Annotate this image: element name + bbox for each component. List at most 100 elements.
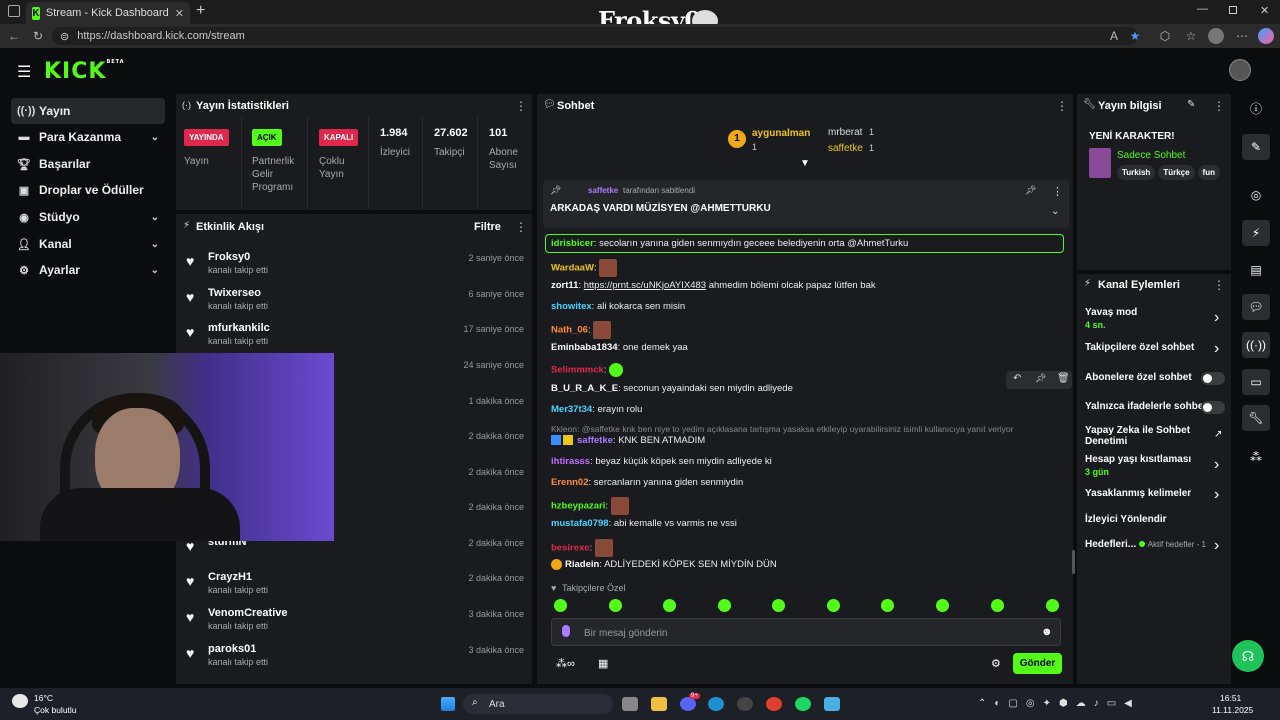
chevron-right-icon[interactable]: › — [1214, 309, 1219, 327]
chat-message[interactable]: saffetke: KNK BEN ATMADIM — [551, 435, 705, 446]
emote-button[interactable] — [554, 599, 567, 612]
apps-icon[interactable]: ⁂ — [1242, 444, 1270, 470]
start-button[interactable] — [441, 697, 455, 711]
store-icon[interactable]: ▦ — [598, 657, 608, 670]
chat-message[interactable]: hzbeypazari: — [551, 497, 629, 515]
chat-username[interactable]: Selimmmck — [551, 365, 604, 376]
chat-username[interactable]: Riadein — [565, 559, 599, 570]
chat-username[interactable]: zort11 — [551, 280, 578, 291]
emote-button[interactable] — [991, 599, 1004, 612]
chevron-down-icon[interactable]: ⌄ — [1051, 206, 1059, 217]
edit-icon[interactable]: ✎ — [1242, 134, 1270, 160]
chat-username[interactable]: besirexe — [551, 543, 590, 554]
pinned-menu-icon[interactable]: ⋮ — [1052, 185, 1063, 198]
activity-row[interactable]: ♥ Twixerseo kanalı takip etti 6 saniye önce — [186, 287, 526, 321]
kick-logo[interactable]: KICKBETA — [44, 59, 125, 84]
activity-row[interactable]: ♥ mfurkankilc kanalı takip etti 17 saniye ö… — [186, 322, 526, 356]
pin-message-icon[interactable]: 📌︎ — [1035, 373, 1046, 384]
stats-menu-icon[interactable]: ⋮ — [515, 99, 527, 113]
user-avatar[interactable] — [1229, 59, 1251, 81]
collapse-icon[interactable]: ▼ — [800, 158, 810, 169]
chat-message[interactable]: Eminbaba1834: one demek yaa — [551, 342, 688, 353]
chat-username[interactable]: WardaaW — [551, 263, 594, 274]
chat-message[interactable]: B_U_R_A_K_E: seconun yayaindaki sen miyd… — [551, 383, 793, 394]
spotify-icon[interactable] — [795, 697, 811, 711]
task-view-icon[interactable] — [622, 697, 638, 711]
notes-icon[interactable]: ▤ — [1242, 257, 1270, 283]
copilot-icon[interactable] — [1258, 28, 1274, 44]
emote-button[interactable] — [827, 599, 840, 612]
info-menu-icon[interactable]: ⋮ — [1213, 99, 1225, 113]
channel-action[interactable]: Yapay Zeka ile Sohbet Denetimi — [1085, 425, 1205, 447]
activity-row[interactable]: ♥ paroks01 kanalı takip etti 3 dakika önce — [186, 643, 526, 677]
activity-menu-icon[interactable]: ⋮ — [515, 220, 527, 234]
channel-action[interactable]: Hedefleri... Aktif hedefler - 1 — [1085, 539, 1225, 550]
chat-message[interactable]: mustafa0798: abi kemalle vs varmis ne vs… — [551, 518, 737, 529]
tag[interactable]: fun — [1197, 165, 1220, 180]
back-icon[interactable]: ← — [6, 28, 22, 44]
chat-username[interactable]: Eminbaba1834 — [551, 342, 618, 353]
tag[interactable]: Türkçe — [1158, 165, 1195, 180]
channel-action[interactable]: İzleyici Yönlendir — [1085, 514, 1225, 525]
edge-icon[interactable] — [708, 697, 724, 711]
sidebar-item-ayarlar[interactable]: ⚙︎ Ayarlar ⌄ — [11, 257, 165, 283]
chat-message[interactable]: Nath_06: — [551, 321, 612, 339]
info-icon[interactable]: ⓘ — [1242, 96, 1270, 122]
hamburger-menu-icon[interactable]: ☰ — [17, 62, 31, 82]
channel-action[interactable]: Hesap yaşı kısıtlaması 3 gün — [1085, 454, 1225, 477]
delete-icon[interactable]: 🗑︎ — [1057, 373, 1070, 384]
emote-button[interactable] — [1046, 599, 1059, 612]
chat-username[interactable]: ihtirasss — [551, 456, 590, 467]
edit-icon[interactable]: ✎ — [1187, 99, 1195, 110]
chat-message[interactable]: ihtirasss: beyaz küçük köpek sen miydin … — [551, 456, 772, 467]
chat-username[interactable]: hzbeypazari — [551, 501, 605, 512]
emote-button[interactable] — [772, 599, 785, 612]
sidebar-item-kanal[interactable]: 👤︎ Kanal ⌄ — [11, 231, 165, 257]
tray-icons[interactable]: ⌃◐▢◎✦⬢☁♪▭◀ — [978, 698, 1140, 709]
favorite-star-icon[interactable]: ★ — [1127, 28, 1143, 44]
new-tab-button[interactable]: + — [196, 2, 205, 20]
activity-row[interactable]: ♥ CrayzH1 kanalı takip etti 2 dakika önce — [186, 571, 526, 605]
unpin-icon[interactable]: 📌︎ — [1025, 185, 1036, 196]
read-aloud-icon[interactable]: A — [1106, 28, 1122, 44]
chevron-right-icon[interactable]: › — [1214, 340, 1219, 358]
chevron-right-icon[interactable]: › — [1214, 537, 1219, 555]
sidebar-toggle-icon[interactable] — [8, 5, 20, 17]
weather-icon[interactable] — [12, 694, 28, 708]
steam-icon[interactable] — [737, 697, 753, 711]
chat-message[interactable]: Riadein: ADLİYEDEKİ KÖPEK SEN MİYDİN DÜN — [551, 559, 777, 570]
minimize-button[interactable]: — — [1197, 3, 1208, 15]
wrench-icon[interactable]: 🔧︎ — [1242, 405, 1270, 431]
browser-tab[interactable]: K Stream - Kick Dashboard ✕ — [26, 2, 190, 24]
chat-username[interactable]: Mer37t34 — [551, 404, 592, 415]
sidebar-item-studyo[interactable]: ◉ Stüdyo ⌄ — [11, 204, 165, 230]
chat-username[interactable]: showitex — [551, 301, 592, 312]
chat-message[interactable]: besirexe: — [551, 539, 613, 557]
chat-username[interactable]: mustafa0798 — [551, 518, 609, 529]
taskbar-search[interactable] — [463, 694, 613, 714]
channel-action[interactable]: Takipçilere özel sohbet — [1085, 342, 1225, 353]
emote-button[interactable] — [663, 599, 676, 612]
filter-button[interactable]: Filtre — [474, 221, 501, 233]
category-name[interactable]: Sadece Sohbet — [1117, 150, 1185, 161]
chat-message[interactable]: WardaaW: — [551, 259, 618, 277]
emote-button[interactable] — [718, 599, 731, 612]
more-menu-icon[interactable]: ⋯ — [1234, 28, 1250, 44]
chat-message[interactable]: idrisbicer: secoların yanına giden senmı… — [551, 238, 908, 249]
layout-icon[interactable]: ▭ — [1242, 369, 1270, 395]
help-button[interactable]: ☊ — [1232, 640, 1264, 672]
favorites-icon[interactable]: ☆ — [1183, 28, 1199, 44]
file-explorer-icon[interactable] — [651, 697, 667, 711]
chat-message[interactable]: Erenn02: sercanların yanına giden senmiy… — [551, 477, 743, 488]
chevron-right-icon[interactable]: › — [1214, 456, 1219, 474]
sidebar-item-basarilar[interactable]: 🏆︎ Başarılar — [11, 151, 165, 177]
actions-menu-icon[interactable]: ⋮ — [1213, 278, 1225, 292]
chat-icon[interactable]: 💬︎ — [1242, 294, 1270, 320]
refresh-icon[interactable]: ↻ — [30, 28, 46, 44]
toggle-switch[interactable] — [1201, 372, 1225, 385]
reply-icon[interactable]: ↶ — [1013, 373, 1021, 384]
close-tab-icon[interactable]: ✕ — [175, 7, 184, 20]
external-link-icon[interactable]: ↗ — [1214, 429, 1222, 440]
chat-message[interactable]: Mer37t34: erayın rolu — [551, 404, 642, 415]
chat-link[interactable]: https://prnt.sc/uNKjoAYIX483 — [584, 280, 706, 291]
